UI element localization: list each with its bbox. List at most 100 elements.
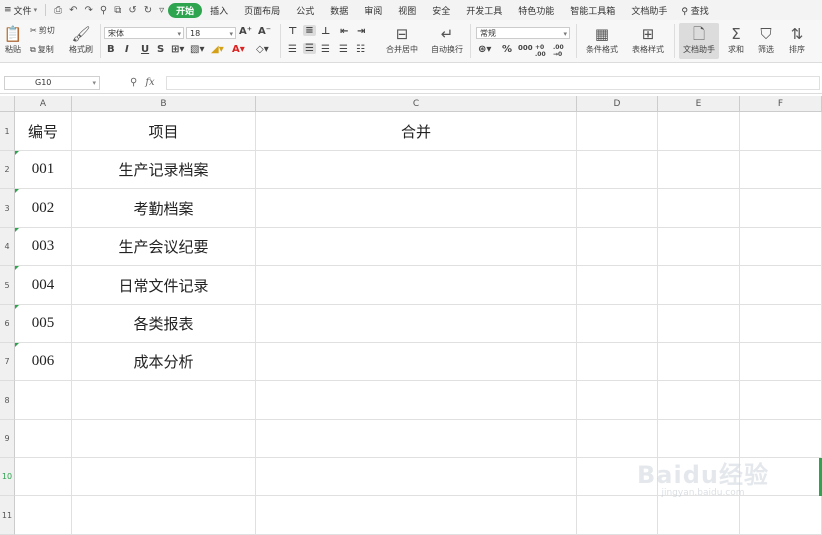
align-left-icon[interactable]: ☰ bbox=[288, 44, 297, 55]
cell-d7[interactable] bbox=[577, 343, 658, 381]
thousands-separator-button[interactable]: 000 bbox=[518, 44, 533, 52]
undo-history-icon[interactable]: ↶ bbox=[69, 5, 77, 16]
cell-a7[interactable]: 006 bbox=[15, 343, 72, 381]
cell-f4[interactable] bbox=[740, 228, 822, 266]
cell-c3[interactable] bbox=[256, 189, 577, 228]
cell-d11[interactable] bbox=[577, 496, 658, 535]
cell-c2[interactable] bbox=[256, 151, 577, 189]
row-header-4[interactable]: 4 bbox=[0, 228, 15, 266]
tab-special-features[interactable]: 特色功能 bbox=[510, 4, 562, 17]
row-header-3[interactable]: 3 bbox=[0, 189, 15, 228]
cell-c1[interactable]: 合并 bbox=[256, 112, 577, 151]
cell-f7[interactable] bbox=[740, 343, 822, 381]
row-header-6[interactable]: 6 bbox=[0, 305, 15, 343]
tab-insert[interactable]: 插入 bbox=[202, 4, 236, 17]
cell-a5[interactable]: 004 bbox=[15, 266, 72, 305]
grow-font-button[interactable]: A⁺ bbox=[239, 26, 252, 37]
borders-icon[interactable]: ⊞▾ bbox=[171, 44, 184, 55]
cell-d2[interactable] bbox=[577, 151, 658, 189]
function-icon[interactable]: fx bbox=[145, 77, 154, 88]
tab-developer[interactable]: 开发工具 bbox=[458, 4, 510, 17]
doc-assistant-button[interactable]: 🗋 文档助手 bbox=[679, 23, 719, 59]
file-menu[interactable]: ≡ 文件 ▾ bbox=[0, 4, 41, 17]
cell-b8[interactable] bbox=[72, 381, 256, 420]
cell-c4[interactable] bbox=[256, 228, 577, 266]
cell-f10[interactable] bbox=[740, 458, 822, 496]
decrease-decimal-button[interactable]: .00 →0 bbox=[553, 44, 571, 58]
row-header-9[interactable]: 9 bbox=[0, 420, 15, 458]
cell-e10[interactable] bbox=[658, 458, 740, 496]
font-name-select[interactable]: 宋体 ▾ bbox=[104, 27, 184, 39]
cell-d5[interactable] bbox=[577, 266, 658, 305]
format-painter-button[interactable]: 🖌 格式刷 bbox=[66, 23, 96, 59]
indent-decrease-icon[interactable]: ⇤ bbox=[340, 26, 348, 37]
cell-e3[interactable] bbox=[658, 189, 740, 228]
row-header-5[interactable]: 5 bbox=[0, 266, 15, 305]
align-top-icon[interactable]: ⊤ bbox=[288, 26, 297, 37]
cell-d6[interactable] bbox=[577, 305, 658, 343]
row-header-8[interactable]: 8 bbox=[0, 381, 15, 420]
cell-d10[interactable] bbox=[577, 458, 658, 496]
tab-review[interactable]: 审阅 bbox=[356, 4, 390, 17]
cell-e6[interactable] bbox=[658, 305, 740, 343]
name-box[interactable]: G10 ▾ bbox=[4, 76, 100, 90]
redo-icon[interactable]: ↻ bbox=[144, 5, 152, 16]
cut-button[interactable]: ✂ 剪切 bbox=[30, 25, 55, 36]
underline-button[interactable]: U bbox=[141, 44, 149, 55]
cell-a10[interactable] bbox=[15, 458, 72, 496]
cell-b7[interactable]: 成本分析 bbox=[72, 343, 256, 381]
align-right-icon[interactable]: ☰ bbox=[321, 44, 330, 55]
cell-e9[interactable] bbox=[658, 420, 740, 458]
font-size-select[interactable]: 18 ▾ bbox=[186, 27, 236, 39]
cell-fill-icon[interactable]: ▧▾ bbox=[190, 44, 204, 55]
cell-a1[interactable]: 编号 bbox=[15, 112, 72, 151]
cell-d8[interactable] bbox=[577, 381, 658, 420]
cell-a4[interactable]: 003 bbox=[15, 228, 72, 266]
cell-c11[interactable] bbox=[256, 496, 577, 535]
percent-button[interactable]: % bbox=[502, 44, 512, 55]
cell-f5[interactable] bbox=[740, 266, 822, 305]
cell-d9[interactable] bbox=[577, 420, 658, 458]
cell-f9[interactable] bbox=[740, 420, 822, 458]
sum-button[interactable]: Σ 求和 bbox=[722, 23, 750, 59]
column-header-a[interactable]: A bbox=[15, 96, 72, 112]
column-header-e[interactable]: E bbox=[658, 96, 740, 112]
cell-b2[interactable]: 生产记录档案 bbox=[72, 151, 256, 189]
cell-c5[interactable] bbox=[256, 266, 577, 305]
cell-e2[interactable] bbox=[658, 151, 740, 189]
italic-button[interactable]: I bbox=[125, 44, 129, 55]
cell-d1[interactable] bbox=[577, 112, 658, 151]
cell-d3[interactable] bbox=[577, 189, 658, 228]
cell-c10[interactable] bbox=[256, 458, 577, 496]
font-color-icon[interactable]: A▾ bbox=[232, 44, 245, 55]
cell-b5[interactable]: 日常文件记录 bbox=[72, 266, 256, 305]
cell-b1[interactable]: 项目 bbox=[72, 112, 256, 151]
copy-button[interactable]: ⧉ 复制 bbox=[30, 44, 54, 55]
zoom-icon[interactable]: ⚲ bbox=[130, 77, 137, 88]
row-header-7[interactable]: 7 bbox=[0, 343, 15, 381]
auto-wrap-button[interactable]: ↵ 自动换行 bbox=[428, 23, 466, 59]
column-header-d[interactable]: D bbox=[577, 96, 658, 112]
save-icon[interactable]: ⎙ bbox=[54, 5, 62, 16]
cell-a6[interactable]: 005 bbox=[15, 305, 72, 343]
row-header-10[interactable]: 10 bbox=[0, 458, 15, 496]
row-header-1[interactable]: 1 bbox=[0, 112, 15, 151]
cell-b10[interactable] bbox=[72, 458, 256, 496]
cell-f3[interactable] bbox=[740, 189, 822, 228]
customize-icon[interactable]: ▿ bbox=[159, 5, 164, 16]
cell-a11[interactable] bbox=[15, 496, 72, 535]
align-center-icon[interactable]: ☰ bbox=[303, 43, 316, 54]
column-header-b[interactable]: B bbox=[72, 96, 256, 112]
cell-c8[interactable] bbox=[256, 381, 577, 420]
bold-button[interactable]: B bbox=[107, 44, 115, 55]
merge-center-button[interactable]: ⊟ 合并居中 bbox=[380, 23, 424, 59]
cell-f2[interactable] bbox=[740, 151, 822, 189]
tab-view[interactable]: 视图 bbox=[390, 4, 424, 17]
cell-c7[interactable] bbox=[256, 343, 577, 381]
tab-smart-toolbox[interactable]: 智能工具箱 bbox=[562, 4, 623, 17]
column-header-c[interactable]: C bbox=[256, 96, 577, 112]
cell-b9[interactable] bbox=[72, 420, 256, 458]
redo-history-icon[interactable]: ↷ bbox=[84, 5, 92, 16]
tab-home[interactable]: 开始 bbox=[168, 2, 203, 18]
cell-d4[interactable] bbox=[577, 228, 658, 266]
